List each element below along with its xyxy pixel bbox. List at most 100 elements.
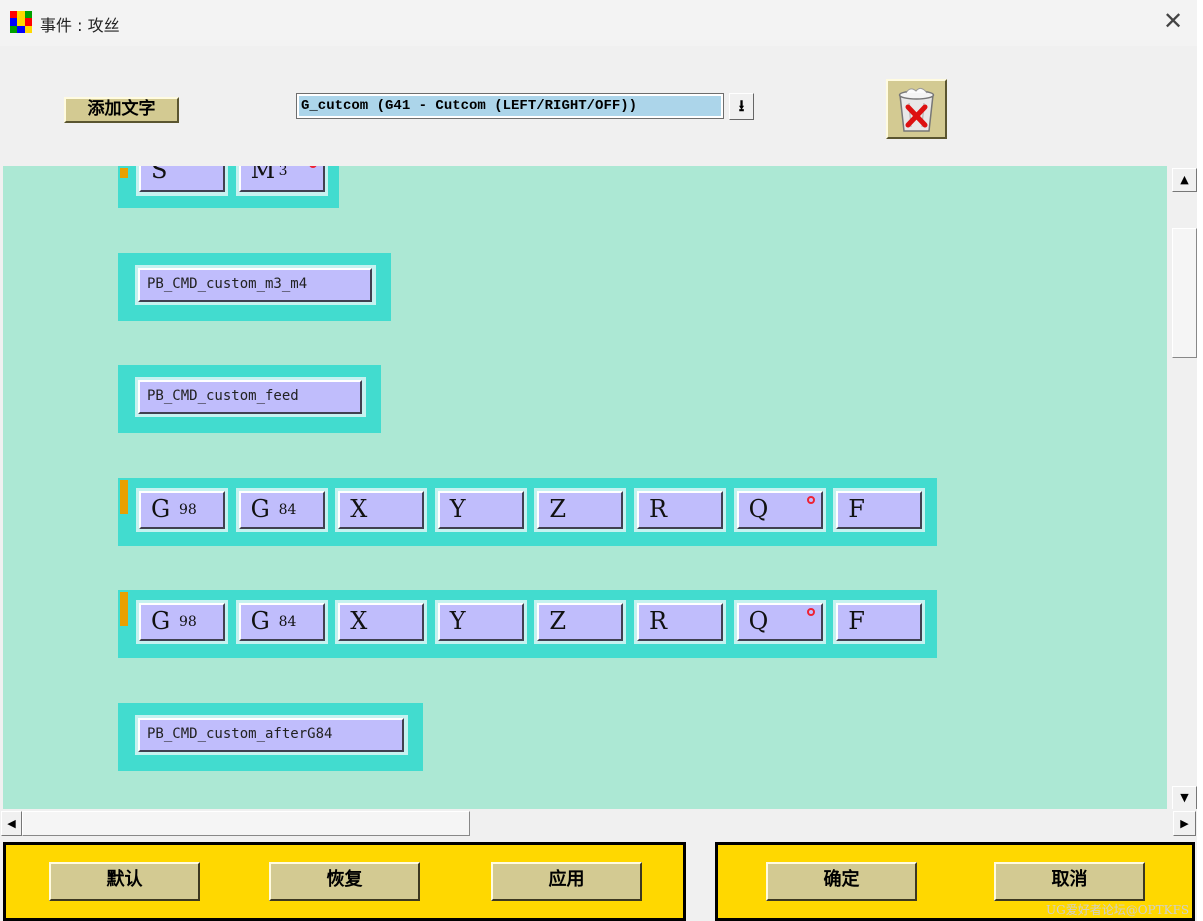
word-button-x[interactable]: X [338, 603, 425, 641]
word-cell: F [833, 600, 926, 644]
word-letter: R [649, 607, 668, 635]
scroll-left-icon[interactable]: ◀ [1, 811, 22, 836]
word-button-g84[interactable]: G 84 [238, 491, 325, 529]
block-marker [120, 592, 128, 626]
scroll-right-icon[interactable]: ▶ [1173, 811, 1196, 836]
scroll-down-icon[interactable]: ▼ [1172, 786, 1197, 810]
optional-indicator-icon [308, 166, 317, 168]
command-button[interactable]: PB_CMD_custom_afterG84 [138, 718, 404, 752]
horizontal-scrollbar[interactable]: ◀ ▶ [0, 809, 1197, 836]
word-button-f[interactable]: F [836, 491, 923, 529]
vertical-scroll-thumb[interactable] [1172, 228, 1197, 358]
word-letter: Y [449, 607, 466, 635]
word-number: 84 [278, 614, 297, 630]
command-block-inner: PB_CMD_custom_m3_m4 [135, 265, 376, 305]
title-bar [0, 0, 1203, 46]
default-button[interactable]: 默认 [49, 862, 200, 901]
word-cell: G 98 [136, 488, 228, 532]
word-letter: X [350, 495, 368, 523]
word-cell: G 84 [235, 600, 328, 644]
word-cell: G 84 [235, 488, 328, 532]
window-edge [1197, 0, 1203, 921]
cancel-button[interactable]: 取消 [994, 862, 1145, 901]
word-block[interactable]: G 98 G 84 X Y Z R Q F [118, 590, 937, 658]
word-cell: S [136, 166, 228, 196]
close-icon[interactable]: ✕ [1160, 8, 1186, 34]
word-cell: M3 [235, 166, 328, 196]
word-cell: R [634, 600, 726, 644]
word-letter: G [151, 607, 171, 635]
word-letter: M [250, 166, 276, 184]
word-number: 98 [179, 502, 197, 518]
word-letter: F [848, 607, 865, 635]
word-cell: Y [434, 600, 527, 644]
word-button-z[interactable]: Z [537, 491, 624, 529]
scroll-up-icon[interactable]: ▲ [1172, 168, 1197, 192]
word-button-q[interactable]: Q [736, 603, 823, 641]
word-cell: R [634, 488, 726, 532]
word-letter: Y [449, 495, 466, 523]
word-button-r[interactable]: R [637, 491, 723, 529]
ok-button[interactable]: 确定 [766, 862, 917, 901]
word-letter: G [151, 495, 171, 523]
word-letter: R [649, 495, 668, 523]
vertical-scrollbar[interactable]: ▲ ▼ [1170, 166, 1197, 810]
word-button-r[interactable]: R [637, 603, 723, 641]
word-block[interactable]: G 98 G 84 X Y Z R Q F [118, 478, 937, 546]
word-letter: S [151, 166, 168, 184]
block-marker [120, 168, 128, 178]
command-select-value: G_cutcom (G41 - Cutcom (LEFT/RIGHT/OFF)) [299, 96, 721, 116]
block-marker [120, 480, 128, 514]
word-number: 98 [179, 614, 197, 630]
word-cell: Q [733, 600, 826, 644]
word-cell: F [833, 488, 926, 532]
word-letter: Q [748, 607, 769, 635]
word-button-g98[interactable]: G 98 [139, 603, 225, 641]
word-number: 84 [278, 502, 297, 518]
restore-button[interactable]: 恢复 [269, 862, 420, 901]
command-block[interactable]: PB_CMD_custom_m3_m4 [118, 253, 391, 321]
word-button-z[interactable]: Z [537, 603, 624, 641]
trash-delete-icon[interactable] [886, 79, 947, 139]
word-button-y[interactable]: Y [437, 603, 524, 641]
word-letter: G [250, 495, 270, 523]
event-canvas[interactable]: S M 3 PB_CMD_custom_m3_m4 PB_CMD_custom_feed… [3, 166, 1167, 809]
command-select[interactable]: G_cutcom (G41 - Cutcom (LEFT/RIGHT/OFF)) [296, 93, 724, 119]
command-block-inner: PB_CMD_custom_afterG84 [135, 715, 408, 755]
optional-indicator-icon [806, 496, 815, 504]
window-title: 事件 : 攻丝 [40, 16, 120, 35]
word-button-q[interactable]: Q [736, 491, 823, 529]
optional-indicator-icon [806, 608, 815, 616]
command-block[interactable]: PB_CMD_custom_feed [118, 365, 381, 433]
word-letter: Z [549, 495, 567, 523]
add-text-button[interactable]: 添加文字 [64, 97, 179, 123]
command-block[interactable]: PB_CMD_custom_afterG84 [118, 703, 423, 771]
word-cell: Q [733, 488, 826, 532]
word-letter: G [250, 607, 270, 635]
word-button-g98[interactable]: G 98 [139, 491, 225, 529]
watermark-text: UG爱好者论坛@OPTKFS [1046, 903, 1190, 917]
word-button-s[interactable]: S [139, 166, 225, 192]
command-button[interactable]: PB_CMD_custom_feed [138, 380, 362, 414]
command-button[interactable]: PB_CMD_custom_m3_m4 [138, 268, 372, 302]
word-letter: X [350, 607, 368, 635]
download-arrow-icon[interactable]: ⭳ [729, 93, 754, 120]
word-letter: Z [549, 607, 567, 635]
word-letter: Q [748, 495, 769, 523]
footer: 默认 恢复 应用 确定 取消 [0, 836, 1197, 921]
word-number: 3 [278, 166, 288, 179]
word-button-g84[interactable]: G 84 [238, 603, 325, 641]
word-block[interactable]: S M3 [118, 166, 339, 208]
word-button-m3[interactable]: M3 [238, 166, 325, 192]
word-button-x[interactable]: X [338, 491, 425, 529]
word-cell: X [335, 488, 428, 532]
word-letter: F [848, 495, 865, 523]
app-grid-icon [10, 11, 32, 33]
word-cell: Y [434, 488, 527, 532]
word-button-f[interactable]: F [836, 603, 923, 641]
apply-button[interactable]: 应用 [491, 862, 642, 901]
horizontal-scroll-thumb[interactable] [22, 811, 470, 836]
word-button-y[interactable]: Y [437, 491, 524, 529]
command-block-inner: PB_CMD_custom_feed [135, 377, 366, 417]
word-cell: X [335, 600, 428, 644]
